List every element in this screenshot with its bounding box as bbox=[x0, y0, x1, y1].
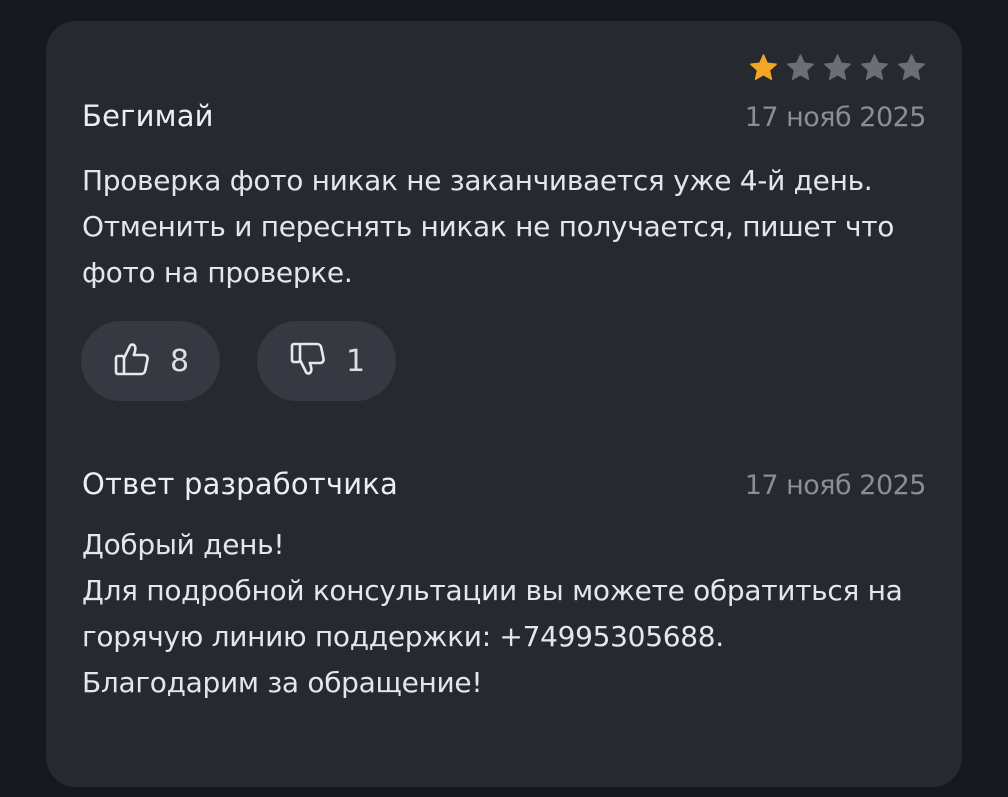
review-date: 17 нояб 2025 bbox=[744, 102, 927, 133]
like-count: 8 bbox=[169, 343, 190, 379]
thumbs-up-icon bbox=[112, 339, 152, 383]
developer-reply-title: Ответ разработчика bbox=[82, 467, 398, 501]
star-empty-icon bbox=[897, 53, 926, 82]
reply-line: Благодарим за обращение! bbox=[82, 666, 483, 699]
developer-reply-date: 17 нояб 2025 bbox=[744, 470, 927, 501]
review-card: Бегимай 17 нояб 2025 Проверка фото никак… bbox=[46, 21, 962, 787]
star-empty-icon bbox=[823, 53, 852, 82]
reply-line: Добрый день! bbox=[82, 528, 285, 561]
reply-line: Для подробной консультации вы можете обр… bbox=[82, 574, 903, 653]
star-empty-icon bbox=[860, 53, 889, 82]
like-button[interactable]: 8 bbox=[81, 321, 220, 401]
rating-stars bbox=[749, 53, 926, 82]
review-text: Проверка фото никак не заканчивается уже… bbox=[82, 158, 922, 296]
thumbs-down-icon bbox=[288, 339, 328, 383]
dislike-count: 1 bbox=[345, 343, 366, 379]
dislike-button[interactable]: 1 bbox=[257, 321, 396, 401]
review-body: Проверка фото никак не заканчивается уже… bbox=[82, 164, 895, 289]
star-empty-icon bbox=[786, 53, 815, 82]
developer-reply-text: Добрый день! Для подробной консультации … bbox=[82, 522, 922, 706]
review-header: Бегимай 17 нояб 2025 bbox=[82, 99, 927, 133]
star-filled-icon bbox=[749, 53, 778, 82]
review-author: Бегимай bbox=[82, 99, 214, 133]
developer-reply-header: Ответ разработчика 17 нояб 2025 bbox=[82, 467, 927, 501]
